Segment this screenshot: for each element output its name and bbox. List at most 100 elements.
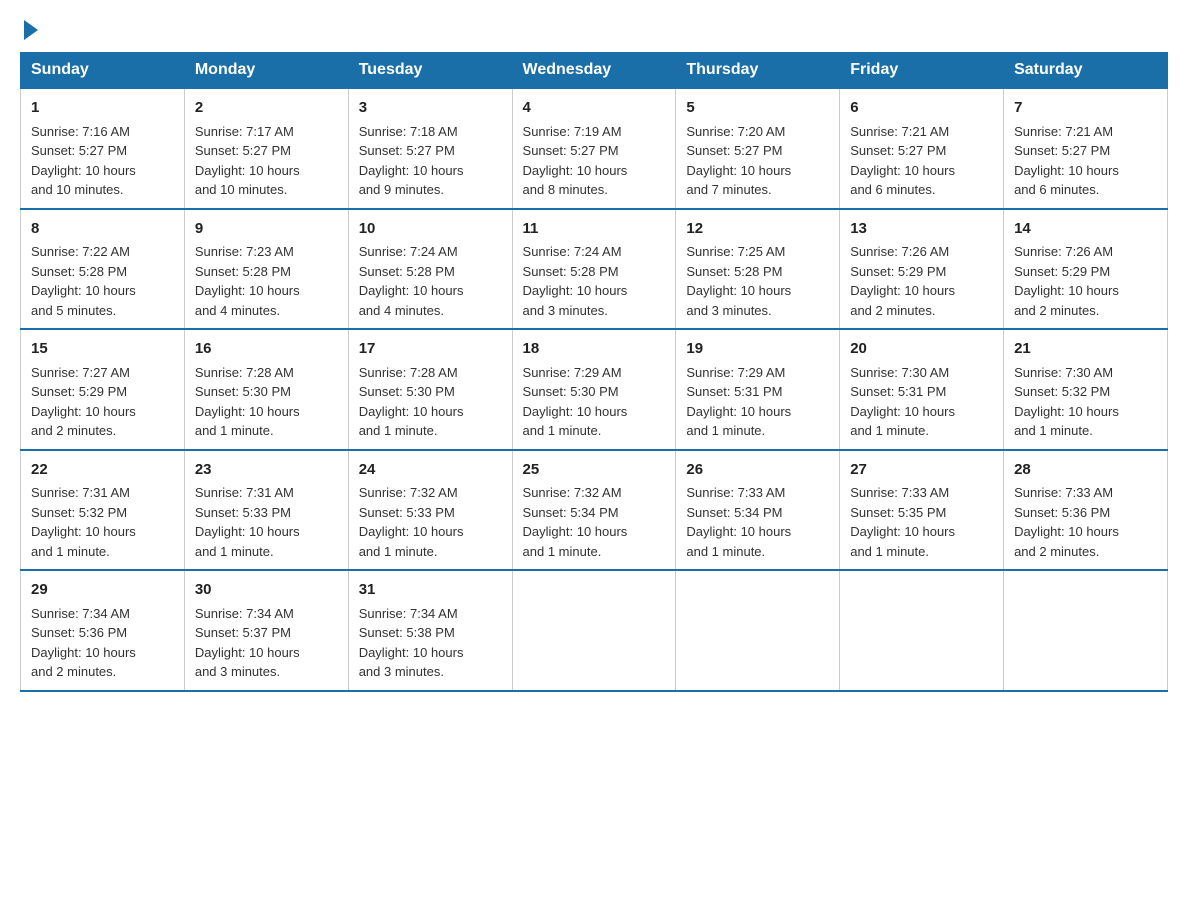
day-info: Sunrise: 7:21 AMSunset: 5:27 PMDaylight:…	[850, 124, 955, 198]
day-info: Sunrise: 7:26 AMSunset: 5:29 PMDaylight:…	[1014, 244, 1119, 318]
day-info: Sunrise: 7:23 AMSunset: 5:28 PMDaylight:…	[195, 244, 300, 318]
calendar-cell: 11 Sunrise: 7:24 AMSunset: 5:28 PMDaylig…	[512, 209, 676, 330]
calendar-cell: 1 Sunrise: 7:16 AMSunset: 5:27 PMDayligh…	[21, 88, 185, 209]
day-info: Sunrise: 7:29 AMSunset: 5:31 PMDaylight:…	[686, 365, 791, 439]
day-info: Sunrise: 7:20 AMSunset: 5:27 PMDaylight:…	[686, 124, 791, 198]
page-header	[20, 20, 1168, 42]
day-info: Sunrise: 7:17 AMSunset: 5:27 PMDaylight:…	[195, 124, 300, 198]
calendar-cell: 20 Sunrise: 7:30 AMSunset: 5:31 PMDaylig…	[840, 329, 1004, 450]
calendar-table: SundayMondayTuesdayWednesdayThursdayFrid…	[20, 52, 1168, 692]
day-number: 25	[523, 459, 666, 482]
day-info: Sunrise: 7:33 AMSunset: 5:34 PMDaylight:…	[686, 485, 791, 559]
calendar-cell: 24 Sunrise: 7:32 AMSunset: 5:33 PMDaylig…	[348, 450, 512, 571]
calendar-cell: 22 Sunrise: 7:31 AMSunset: 5:32 PMDaylig…	[21, 450, 185, 571]
day-number: 31	[359, 579, 502, 602]
calendar-header-row: SundayMondayTuesdayWednesdayThursdayFrid…	[21, 53, 1168, 89]
calendar-cell: 4 Sunrise: 7:19 AMSunset: 5:27 PMDayligh…	[512, 88, 676, 209]
day-number: 21	[1014, 338, 1157, 361]
calendar-cell: 2 Sunrise: 7:17 AMSunset: 5:27 PMDayligh…	[184, 88, 348, 209]
day-info: Sunrise: 7:33 AMSunset: 5:35 PMDaylight:…	[850, 485, 955, 559]
day-number: 3	[359, 97, 502, 120]
calendar-cell: 7 Sunrise: 7:21 AMSunset: 5:27 PMDayligh…	[1004, 88, 1168, 209]
day-info: Sunrise: 7:29 AMSunset: 5:30 PMDaylight:…	[523, 365, 628, 439]
calendar-cell	[676, 570, 840, 691]
calendar-cell: 28 Sunrise: 7:33 AMSunset: 5:36 PMDaylig…	[1004, 450, 1168, 571]
day-info: Sunrise: 7:26 AMSunset: 5:29 PMDaylight:…	[850, 244, 955, 318]
day-number: 12	[686, 218, 829, 241]
day-info: Sunrise: 7:30 AMSunset: 5:31 PMDaylight:…	[850, 365, 955, 439]
column-header-friday: Friday	[840, 53, 1004, 89]
logo-triangle-icon	[24, 20, 38, 40]
day-info: Sunrise: 7:16 AMSunset: 5:27 PMDaylight:…	[31, 124, 136, 198]
calendar-cell: 26 Sunrise: 7:33 AMSunset: 5:34 PMDaylig…	[676, 450, 840, 571]
day-number: 26	[686, 459, 829, 482]
column-header-sunday: Sunday	[21, 53, 185, 89]
column-header-monday: Monday	[184, 53, 348, 89]
day-number: 17	[359, 338, 502, 361]
day-info: Sunrise: 7:28 AMSunset: 5:30 PMDaylight:…	[195, 365, 300, 439]
calendar-cell	[1004, 570, 1168, 691]
day-number: 16	[195, 338, 338, 361]
day-number: 15	[31, 338, 174, 361]
day-number: 28	[1014, 459, 1157, 482]
column-header-tuesday: Tuesday	[348, 53, 512, 89]
day-info: Sunrise: 7:32 AMSunset: 5:33 PMDaylight:…	[359, 485, 464, 559]
calendar-week-row: 22 Sunrise: 7:31 AMSunset: 5:32 PMDaylig…	[21, 450, 1168, 571]
calendar-cell: 15 Sunrise: 7:27 AMSunset: 5:29 PMDaylig…	[21, 329, 185, 450]
day-number: 18	[523, 338, 666, 361]
calendar-cell: 19 Sunrise: 7:29 AMSunset: 5:31 PMDaylig…	[676, 329, 840, 450]
calendar-cell: 13 Sunrise: 7:26 AMSunset: 5:29 PMDaylig…	[840, 209, 1004, 330]
day-info: Sunrise: 7:34 AMSunset: 5:36 PMDaylight:…	[31, 606, 136, 680]
calendar-cell: 25 Sunrise: 7:32 AMSunset: 5:34 PMDaylig…	[512, 450, 676, 571]
day-number: 14	[1014, 218, 1157, 241]
day-info: Sunrise: 7:34 AMSunset: 5:38 PMDaylight:…	[359, 606, 464, 680]
day-number: 19	[686, 338, 829, 361]
calendar-week-row: 15 Sunrise: 7:27 AMSunset: 5:29 PMDaylig…	[21, 329, 1168, 450]
day-number: 11	[523, 218, 666, 241]
day-info: Sunrise: 7:28 AMSunset: 5:30 PMDaylight:…	[359, 365, 464, 439]
calendar-week-row: 29 Sunrise: 7:34 AMSunset: 5:36 PMDaylig…	[21, 570, 1168, 691]
calendar-cell: 14 Sunrise: 7:26 AMSunset: 5:29 PMDaylig…	[1004, 209, 1168, 330]
day-info: Sunrise: 7:34 AMSunset: 5:37 PMDaylight:…	[195, 606, 300, 680]
day-info: Sunrise: 7:22 AMSunset: 5:28 PMDaylight:…	[31, 244, 136, 318]
day-info: Sunrise: 7:24 AMSunset: 5:28 PMDaylight:…	[359, 244, 464, 318]
day-info: Sunrise: 7:19 AMSunset: 5:27 PMDaylight:…	[523, 124, 628, 198]
calendar-cell: 10 Sunrise: 7:24 AMSunset: 5:28 PMDaylig…	[348, 209, 512, 330]
calendar-cell	[512, 570, 676, 691]
day-number: 13	[850, 218, 993, 241]
calendar-cell: 30 Sunrise: 7:34 AMSunset: 5:37 PMDaylig…	[184, 570, 348, 691]
day-number: 7	[1014, 97, 1157, 120]
day-number: 9	[195, 218, 338, 241]
calendar-cell: 31 Sunrise: 7:34 AMSunset: 5:38 PMDaylig…	[348, 570, 512, 691]
calendar-cell: 8 Sunrise: 7:22 AMSunset: 5:28 PMDayligh…	[21, 209, 185, 330]
day-number: 24	[359, 459, 502, 482]
column-header-wednesday: Wednesday	[512, 53, 676, 89]
calendar-cell: 17 Sunrise: 7:28 AMSunset: 5:30 PMDaylig…	[348, 329, 512, 450]
calendar-cell: 12 Sunrise: 7:25 AMSunset: 5:28 PMDaylig…	[676, 209, 840, 330]
day-info: Sunrise: 7:31 AMSunset: 5:32 PMDaylight:…	[31, 485, 136, 559]
day-number: 2	[195, 97, 338, 120]
column-header-saturday: Saturday	[1004, 53, 1168, 89]
day-info: Sunrise: 7:32 AMSunset: 5:34 PMDaylight:…	[523, 485, 628, 559]
day-number: 4	[523, 97, 666, 120]
day-number: 30	[195, 579, 338, 602]
calendar-cell: 16 Sunrise: 7:28 AMSunset: 5:30 PMDaylig…	[184, 329, 348, 450]
day-number: 8	[31, 218, 174, 241]
calendar-cell: 27 Sunrise: 7:33 AMSunset: 5:35 PMDaylig…	[840, 450, 1004, 571]
calendar-week-row: 1 Sunrise: 7:16 AMSunset: 5:27 PMDayligh…	[21, 88, 1168, 209]
calendar-cell	[840, 570, 1004, 691]
calendar-cell: 5 Sunrise: 7:20 AMSunset: 5:27 PMDayligh…	[676, 88, 840, 209]
day-info: Sunrise: 7:18 AMSunset: 5:27 PMDaylight:…	[359, 124, 464, 198]
day-number: 5	[686, 97, 829, 120]
calendar-cell: 23 Sunrise: 7:31 AMSunset: 5:33 PMDaylig…	[184, 450, 348, 571]
calendar-cell: 3 Sunrise: 7:18 AMSunset: 5:27 PMDayligh…	[348, 88, 512, 209]
column-header-thursday: Thursday	[676, 53, 840, 89]
day-number: 6	[850, 97, 993, 120]
logo	[20, 20, 38, 42]
day-number: 20	[850, 338, 993, 361]
calendar-cell: 29 Sunrise: 7:34 AMSunset: 5:36 PMDaylig…	[21, 570, 185, 691]
calendar-cell: 9 Sunrise: 7:23 AMSunset: 5:28 PMDayligh…	[184, 209, 348, 330]
day-number: 27	[850, 459, 993, 482]
calendar-cell: 21 Sunrise: 7:30 AMSunset: 5:32 PMDaylig…	[1004, 329, 1168, 450]
calendar-week-row: 8 Sunrise: 7:22 AMSunset: 5:28 PMDayligh…	[21, 209, 1168, 330]
